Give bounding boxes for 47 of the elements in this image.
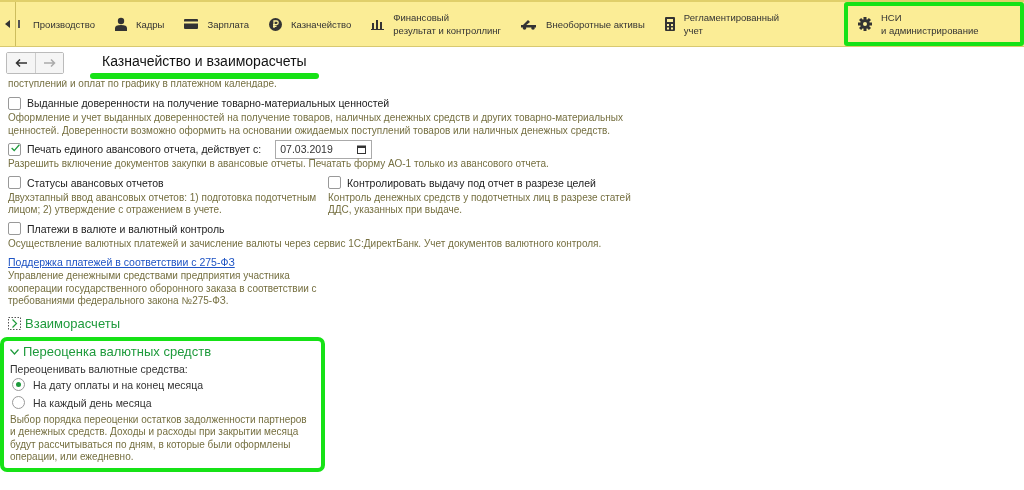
ruble-coin-icon	[269, 17, 283, 31]
calendar-icon	[357, 144, 367, 154]
section-tab[interactable]: Зарплата	[174, 2, 260, 46]
truck-icon	[521, 18, 538, 30]
section-tab[interactable]: Производство	[16, 2, 105, 46]
section-tab[interactable]: НСИ и администрирование	[844, 2, 1024, 46]
section-tab[interactable]: Внеоборотные активы	[511, 2, 655, 46]
group-header[interactable]: Взаиморасчеты	[8, 314, 1016, 333]
checkbox[interactable]	[8, 96, 21, 110]
group-label: Переоценивать валютные средства:	[10, 361, 189, 376]
bar-chart-icon	[371, 18, 385, 30]
description-text: Двухэтапный ввод авансовых отчетов: 1) подготовка подотчетным лицом; 2) утверждение с отражением в учете.	[8, 191, 318, 217]
description-text: Контроль денежных средств у подотчетных лиц в разрезе статей ДДС, указанных при выдаче.	[328, 191, 632, 217]
section-tab[interactable]: Казначейство	[259, 2, 362, 46]
checkbox-label: Статусы авансовых отчетов	[27, 176, 164, 189]
back-button[interactable]	[7, 53, 35, 73]
right-arrow-icon	[43, 59, 56, 67]
radio-label: На дату оплаты и на конец месяца	[33, 378, 203, 391]
checkbox[interactable]	[8, 176, 21, 189]
page-title: Казначейство и взаиморасчеты	[101, 52, 308, 70]
settings-icon	[858, 17, 872, 31]
chevron-right-icon	[8, 317, 21, 330]
group-header[interactable]: Переоценка валютных средств	[10, 342, 315, 361]
checkbox-label: Печать единого авансового отчета, действует с:	[27, 143, 262, 155]
chevron-down-icon	[10, 348, 19, 355]
description-text: Выбор порядка переоценки остатков задолженности партнеров и денежных средств. Доходы и расходы при закрытии месяца будут рассчитываться по дням, в которые были оформлены операции, или ежедневно.	[10, 413, 308, 464]
checkbox[interactable]	[8, 222, 21, 235]
section-tab[interactable]: Регламентированный учет	[654, 2, 790, 46]
date-field[interactable]: 07.03.2019	[275, 139, 373, 159]
section-tab[interactable]: Кадры	[104, 2, 175, 46]
checkbox-label: Платежи в валюте и валютный контроль	[27, 222, 225, 235]
checkbox[interactable]	[8, 142, 21, 156]
caret-icon	[4, 20, 11, 28]
description-text: Оформление и учет выданных доверенностей на получение товаров, наличных денежных средств и других товарно-материальных ценностей. Доверенности возможно оформить на основании ожидаемых поступлений товаров или наличных денежных средств.	[8, 112, 624, 137]
checkbox-label: Выданные доверенности на получение товарно-материальных ценностей	[27, 97, 390, 109]
section-tab[interactable]: Финансовый результат и контроллинг	[361, 2, 512, 46]
checkbox[interactable]	[328, 176, 341, 189]
description-text: Разрешить включение документов закупки в авансовые отчеты. Печатать форму АО-1 только из авансового отчета.	[8, 158, 550, 171]
checkbox-label: Контролировать выдачу под отчет в разрезе целей	[347, 176, 596, 189]
description-text: Управление денежными средствами предприятия участника кооперации государственного оборонного заказа в соответствии с требованиями федерального закона №275-ФЗ.	[8, 270, 318, 308]
link[interactable]: Поддержка платежей в соответствии с 275-ФЗ	[8, 255, 235, 270]
left-arrow-icon	[15, 59, 27, 67]
radio-label: На каждый день месяца	[33, 396, 152, 409]
description-text: Осуществление валютных платежей и зачисление валюты через сервис 1С:ДиректБанк. Учет документов валютного контроля.	[8, 237, 603, 250]
person-icon	[114, 17, 127, 31]
card-icon	[184, 19, 199, 29]
calculator-icon	[664, 17, 675, 31]
